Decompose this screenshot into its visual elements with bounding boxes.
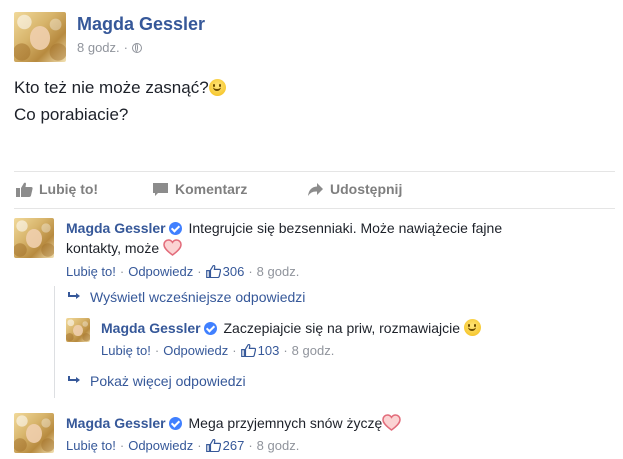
post-text-line1: Kto też nie może zasnąć? [14,78,226,98]
comment-time[interactable]: 8 godz. [257,264,300,279]
post-author-name[interactable]: Magda Gessler [77,14,205,35]
smile-emoji [463,319,481,336]
reply-avatar[interactable] [66,318,90,342]
comment-text-line1: Integrujcie się bezsenniaki. Może nawiąż… [188,220,503,236]
like-button[interactable]: Lubię to! [16,181,98,197]
post-meta: 8 godz. · [77,40,142,55]
share-button[interactable]: Udostępnij [307,181,402,197]
comment-text-line2: kontakty, może [66,240,160,256]
comment-avatar[interactable] [14,218,54,258]
thumbs-up-icon [205,439,221,452]
comment-time[interactable]: 8 godz. [257,438,300,453]
verified-badge-icon [168,222,182,235]
comment-like-link[interactable]: Lubię to! [66,264,116,279]
comment-body: Magda Gessler Integrujcie się bezsenniak… [66,218,566,258]
comment-author[interactable]: Magda Gessler [66,415,166,431]
comment-button[interactable]: Komentarz [152,181,247,197]
comment-text: Mega przyjemnych snów życzę [188,415,383,431]
reply-text: Zaczepiajcie się na priw, rozmawiajcie [223,320,461,336]
reply-author[interactable]: Magda Gessler [101,320,201,336]
share-icon [308,182,323,196]
reply-actions: Lubię to! · Odpowiedz · 103 · 8 godz. [101,343,335,358]
smile-emoji [208,79,226,96]
comment-avatar[interactable] [14,413,54,453]
reply-reply-link[interactable]: Odpowiedz [163,343,228,358]
show-more-replies[interactable]: Pokaż więcej odpowiedzi [68,373,246,389]
action-bar-bottom-divider [14,208,615,209]
comment-like-count[interactable]: 306 [205,264,244,279]
reply-like-count[interactable]: 103 [240,343,279,358]
reply-like-link[interactable]: Lubię to! [101,343,151,358]
heart-emoji [382,414,402,431]
verified-badge-icon [203,322,217,335]
reply-time[interactable]: 8 godz. [292,343,335,358]
like-icon [16,182,33,197]
share-label: Udostępnij [330,181,403,197]
verified-badge-icon [168,417,182,430]
thumbs-up-icon [240,344,256,357]
comment-actions: Lubię to! · Odpowiedz · 267 · 8 godz. [66,438,300,453]
comment-author[interactable]: Magda Gessler [66,220,166,236]
comment-like-count[interactable]: 267 [205,438,244,453]
comment-label: Komentarz [175,181,248,197]
show-earlier-replies[interactable]: Wyświetl wcześniejsze odpowiedzi [68,289,305,305]
comment-like-link[interactable]: Lubię to! [66,438,116,453]
post-time[interactable]: 8 godz. [77,40,120,55]
reply-arrow-icon [68,376,80,383]
thumbs-up-icon [205,265,221,278]
post-avatar[interactable] [14,12,66,62]
comment-actions: Lubię to! · Odpowiedz · 306 · 8 godz. [66,264,300,279]
reply-body: Magda Gessler Zaczepiajcie się na priw, … [101,318,601,338]
comment-icon [153,182,168,196]
meta-separator: · [123,40,128,55]
reply-arrow-icon [68,292,80,299]
post-text-line2: Co porabiacie? [14,105,129,124]
comment-reply-link[interactable]: Odpowiedz [128,438,193,453]
heart-emoji [163,239,182,256]
reply-thread-line [54,286,55,398]
like-label: Lubię to! [39,181,99,197]
comment-reply-link[interactable]: Odpowiedz [128,264,193,279]
action-bar-top-divider [14,171,615,172]
globe-icon [132,42,142,53]
comment-body: Magda Gessler Mega przyjemnych snów życz… [66,413,586,433]
